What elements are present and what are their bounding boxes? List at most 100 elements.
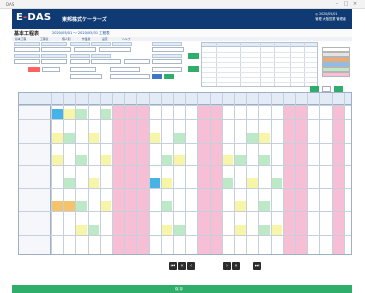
task-cell[interactable] [258,201,271,211]
prev-button[interactable]: ‹ [187,262,195,270]
maximize-icon[interactable]: □ [342,1,350,7]
search-button[interactable] [152,74,162,79]
task-cell[interactable] [63,178,75,188]
factory-select[interactable] [99,47,131,52]
pager: ⏮ « ‹ › » ⏭ [169,262,261,270]
apply-button[interactable] [164,74,174,79]
filter-input[interactable] [91,59,121,64]
task-cell[interactable] [63,201,75,211]
next-page-button[interactable]: » [232,262,240,270]
task-cell[interactable] [161,225,173,235]
task-cell[interactable] [271,225,283,235]
line-select[interactable] [152,47,184,52]
date-from-input[interactable] [14,47,40,52]
nav-item-3[interactable]: 個人別 [62,37,70,41]
task-cell[interactable] [75,109,88,119]
weekend-column [331,105,344,254]
task-cell[interactable] [63,133,75,143]
nav-bar: 基本工程 工程表 個人別 作業者 設定 ヘルプ [12,37,352,41]
task-cell[interactable] [234,225,246,235]
task-cell[interactable] [173,133,185,143]
task-cell[interactable] [88,178,100,188]
task-cell[interactable] [51,155,63,165]
page-subtitle: 2020/05/01 ～ 2020/05/31 工程表 [52,31,110,35]
clear-button[interactable] [28,67,40,72]
filter-label [41,54,67,58]
prev-page-button[interactable]: « [178,262,186,270]
filter-input[interactable] [152,59,182,64]
grid-line [75,93,76,254]
task-cell[interactable] [234,155,246,165]
user-info[interactable]: ◎ 2020/05/01 管理 大阪営業 管理者 [315,12,346,21]
filter-input[interactable] [41,59,67,64]
task-cell[interactable] [149,133,161,143]
filter-input[interactable] [42,67,60,72]
task-cell[interactable] [51,109,63,119]
filter-input[interactable] [70,74,102,79]
task-cell[interactable] [161,201,173,211]
nav-item-1[interactable]: 基本工程 [15,37,26,41]
filter-input[interactable] [70,67,96,72]
nav-item-4[interactable]: 作業者 [82,37,90,41]
filter-input[interactable] [70,59,90,64]
task-cell[interactable] [258,133,271,143]
row-label [19,188,51,211]
add-button[interactable] [188,53,199,59]
legend-swatch[interactable] [322,62,350,67]
task-cell[interactable] [149,178,161,188]
task-cell[interactable] [161,155,173,165]
task-cell[interactable] [161,178,173,188]
task-cell[interactable] [246,133,258,143]
task-cell[interactable] [271,178,283,188]
task-cell[interactable] [75,155,88,165]
task-cell[interactable] [51,201,63,211]
task-cell[interactable] [63,109,75,119]
divider [202,57,317,58]
legend-swatch[interactable] [322,47,350,52]
filter-input[interactable] [124,59,150,64]
task-cell[interactable] [246,178,258,188]
minimize-icon[interactable]: – [333,1,341,7]
legend-swatch[interactable] [322,67,350,72]
task-cell[interactable] [51,133,63,143]
period-select[interactable] [74,47,96,52]
nav-item-5[interactable]: 設定 [102,37,108,41]
task-cell[interactable] [100,201,112,211]
task-cell[interactable] [75,201,88,211]
filter-input[interactable] [14,59,40,64]
task-cell[interactable] [75,225,88,235]
task-cell[interactable] [100,155,112,165]
first-page-button[interactable]: ⏮ [169,262,177,270]
legend-swatch[interactable] [322,52,350,57]
grid-line [19,188,351,189]
remove-button[interactable] [188,66,199,72]
filter-input[interactable] [110,74,150,79]
grid-add-button[interactable] [310,86,319,92]
task-cell[interactable] [258,225,271,235]
task-cell[interactable] [88,225,100,235]
task-cell[interactable] [88,133,100,143]
legend-swatch[interactable] [322,72,350,77]
grid-line [307,93,308,254]
task-cell[interactable] [173,155,185,165]
last-page-button[interactable]: ⏭ [253,262,261,270]
nav-item-6[interactable]: ヘルプ [122,37,130,41]
grid-copy-button[interactable] [334,86,343,92]
save-button[interactable]: 保 存 [164,286,194,292]
task-cell[interactable] [100,109,112,119]
filter-input[interactable] [110,67,140,72]
task-cell[interactable] [222,178,234,188]
legend-swatch[interactable] [322,57,350,62]
nav-item-2[interactable]: 工程表 [40,37,48,41]
task-cell[interactable] [173,225,185,235]
filter-input[interactable] [152,67,182,72]
task-cell[interactable] [234,201,246,211]
task-cell[interactable] [222,155,234,165]
date-to-input[interactable] [41,47,71,52]
grid-edit-button[interactable] [322,86,331,92]
close-icon[interactable]: × [351,1,359,7]
row-label [19,105,51,119]
next-button[interactable]: › [223,262,231,270]
grid-line [246,93,247,254]
task-cell[interactable] [258,155,271,165]
